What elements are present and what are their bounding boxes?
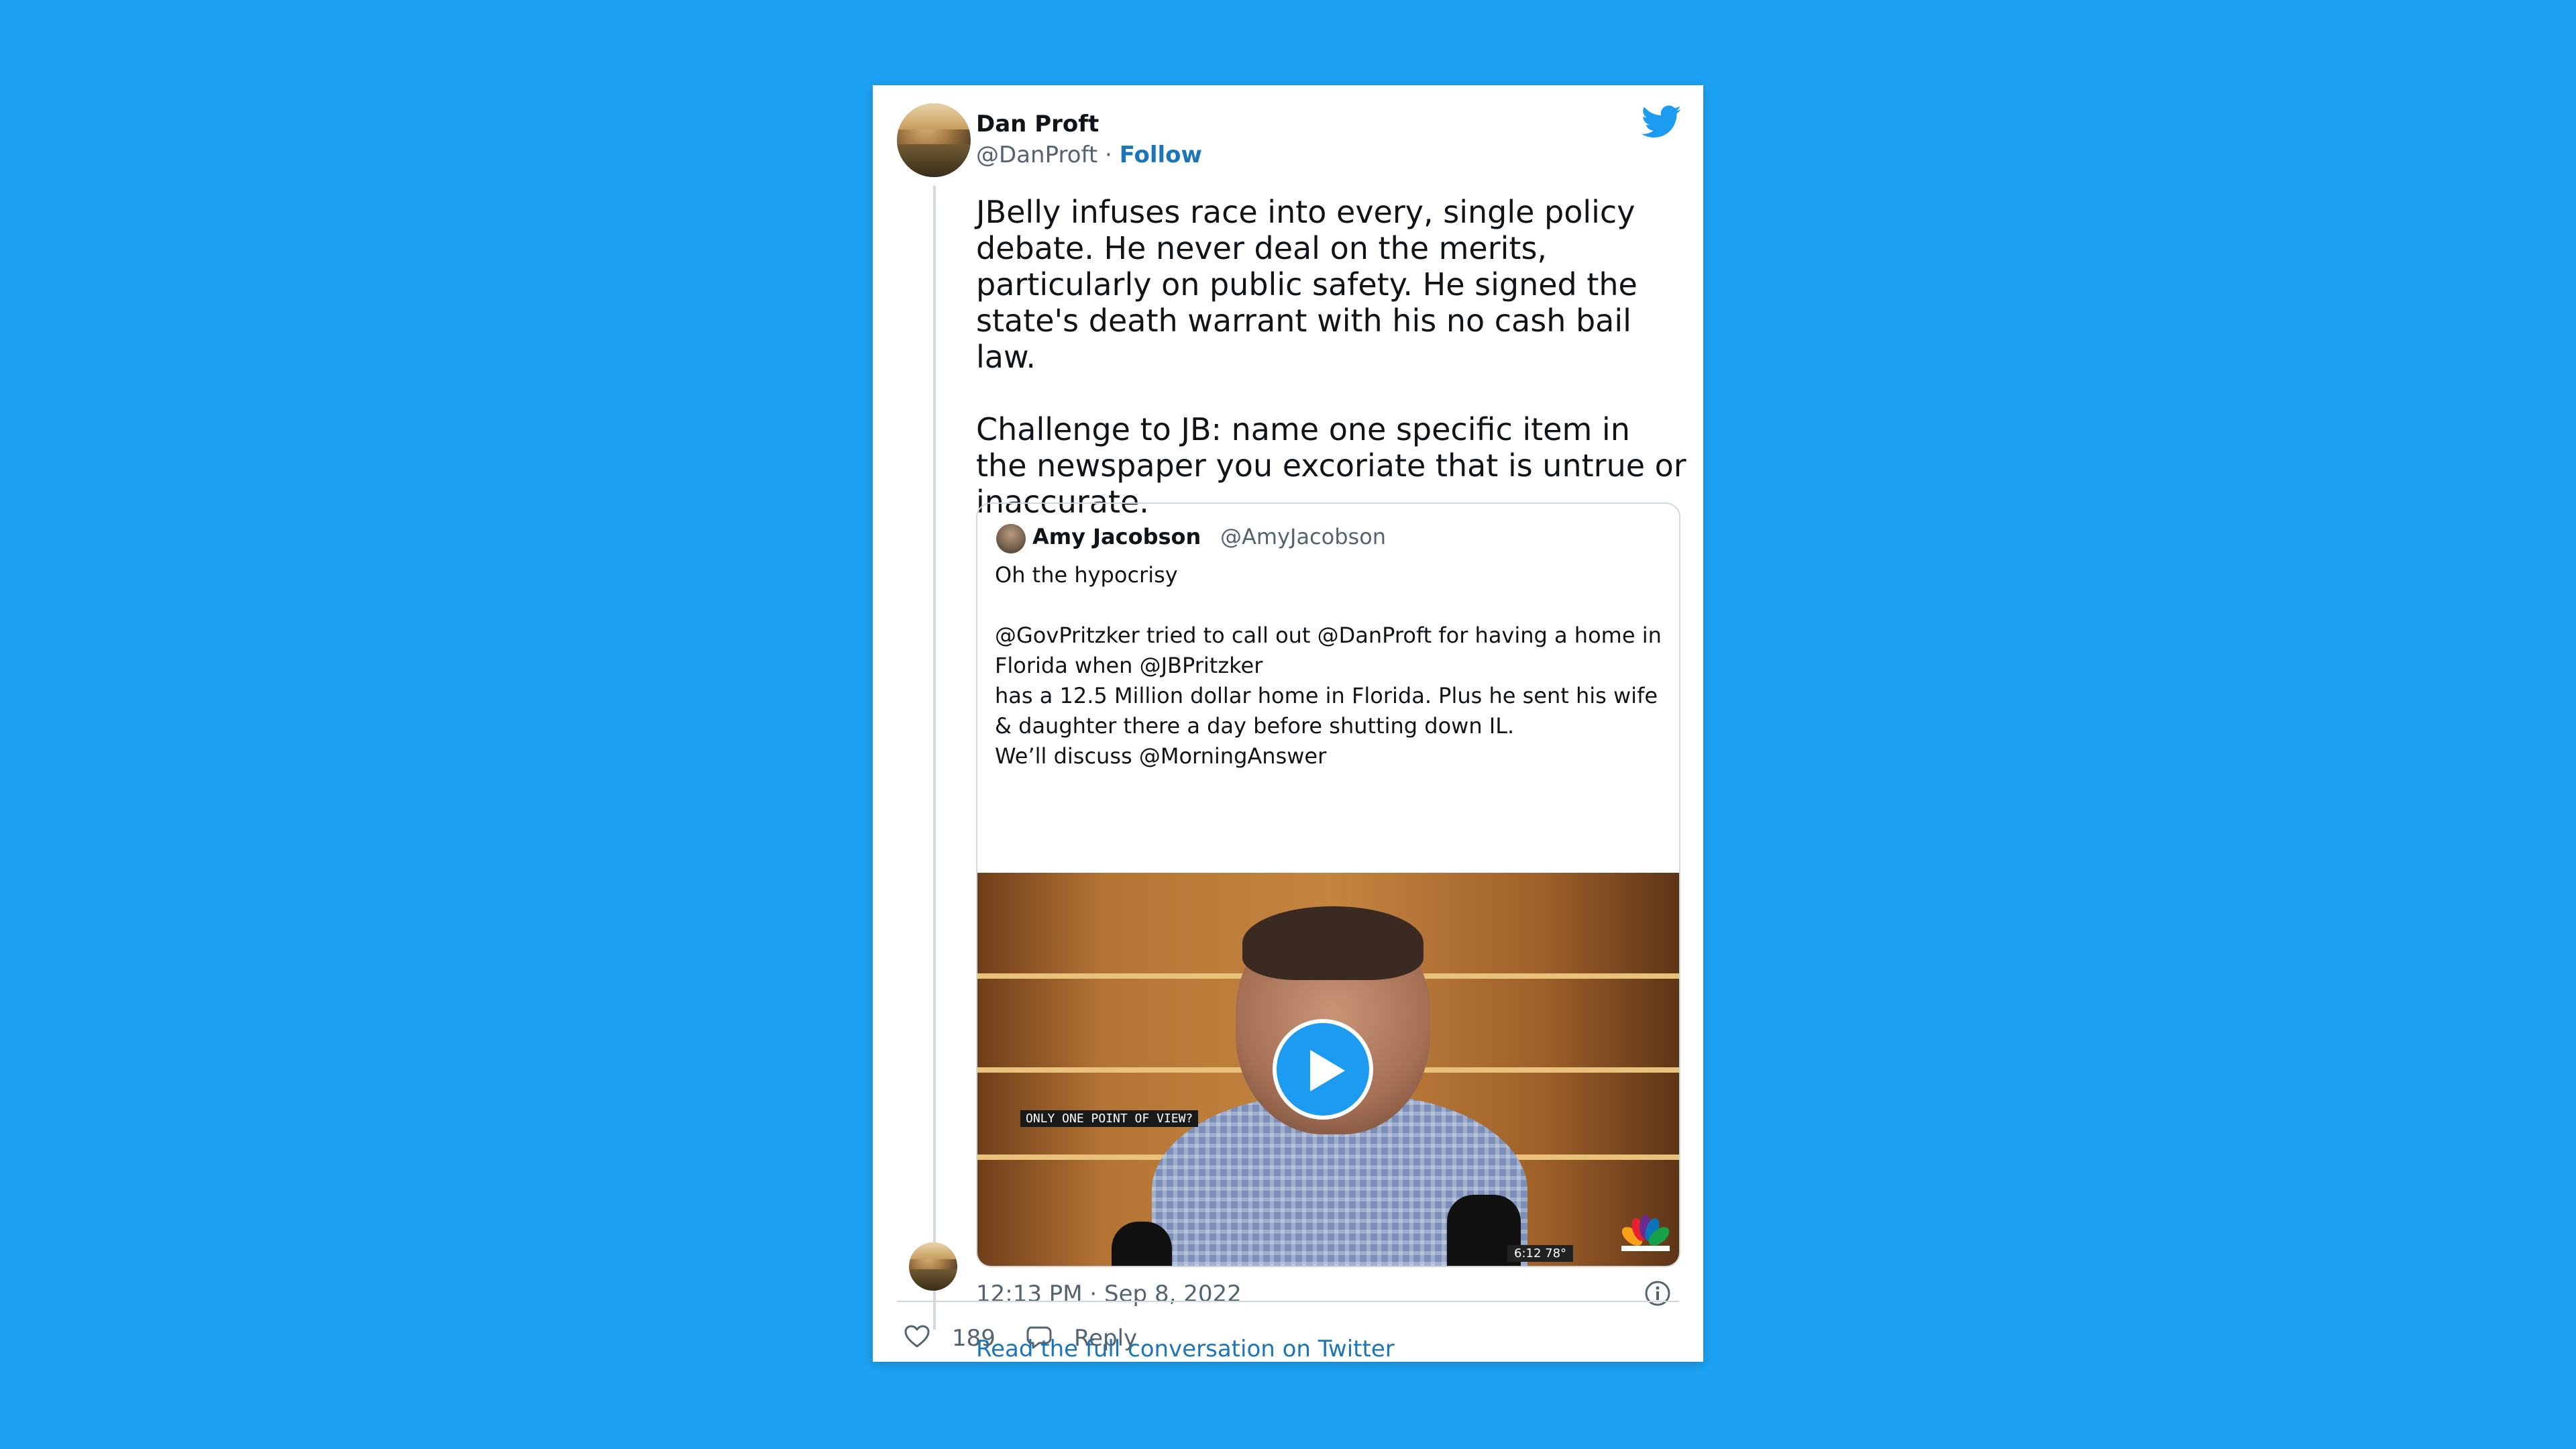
play-icon: [1310, 1050, 1345, 1091]
quoted-text-line: Oh the hypocrisy: [995, 562, 1178, 588]
like-count: 189: [952, 1325, 996, 1352]
divider: [897, 1301, 1679, 1302]
info-icon[interactable]: [1644, 1280, 1671, 1307]
reply-bubble-icon: [1026, 1326, 1052, 1349]
quoted-text-line: Florida when @JBPritzker: [995, 653, 1263, 678]
reply-button[interactable]: Reply: [1024, 1318, 1159, 1356]
microphone: [1112, 1222, 1172, 1266]
quoted-text-line: & daughter there a day before shutting d…: [995, 713, 1515, 739]
tweet-timestamp[interactable]: 12:13 PM · Sep 8, 2022: [976, 1281, 1242, 1307]
tweet-embed-card: Dan Proft @DanProft · Follow JBelly infu…: [873, 85, 1703, 1362]
quoted-tweet[interactable]: Amy Jacobson @AmyJacobson Oh the hypocri…: [976, 502, 1680, 1267]
video-thumbnail[interactable]: ONLY ONE POINT OF VIEW? 6:12 78°: [977, 873, 1679, 1266]
reply-label: Reply: [1074, 1325, 1138, 1352]
quoted-text-line: We’ll discuss @MorningAnswer: [995, 743, 1327, 769]
author-handle-row: @DanProft · Follow: [976, 142, 1202, 168]
quoted-tweet-text: Oh the hypocrisy @GovPritzker tried to c…: [995, 560, 1666, 771]
quoted-author-handle[interactable]: @AmyJacobson: [1220, 524, 1386, 549]
follow-button[interactable]: Follow: [1120, 142, 1202, 168]
heart-icon: [904, 1325, 930, 1348]
tweet-text: JBelly infuses race into every, single p…: [976, 194, 1687, 520]
tweet-actions: 189 Reply: [897, 1318, 1679, 1358]
handle-separator: ·: [1105, 142, 1112, 168]
quoted-text-line: [995, 590, 1666, 621]
play-button[interactable]: [1273, 1019, 1373, 1120]
quoted-text-line: has a 12.5 Million dollar home in Florid…: [995, 683, 1658, 708]
author-avatar[interactable]: [897, 103, 971, 177]
quoted-author-avatar[interactable]: [996, 524, 1026, 553]
thread-line: [933, 186, 936, 1330]
author-handle[interactable]: @DanProft: [976, 142, 1097, 168]
peacock-logo-icon: [1621, 1215, 1670, 1251]
like-button[interactable]: 189: [902, 1318, 1010, 1356]
twitter-bird-icon[interactable]: [1642, 105, 1682, 139]
author-avatar-small[interactable]: [909, 1242, 957, 1291]
tweet-paragraph: JBelly infuses race into every, single p…: [976, 194, 1638, 375]
quoted-author-name[interactable]: Amy Jacobson: [1032, 524, 1201, 549]
video-caption: ONLY ONE POINT OF VIEW?: [1020, 1110, 1199, 1127]
video-ticker: 6:12 78°: [1507, 1245, 1574, 1262]
author-name[interactable]: Dan Proft: [976, 111, 1099, 138]
quoted-text-line: @GovPritzker tried to call out @DanProft…: [995, 623, 1662, 648]
